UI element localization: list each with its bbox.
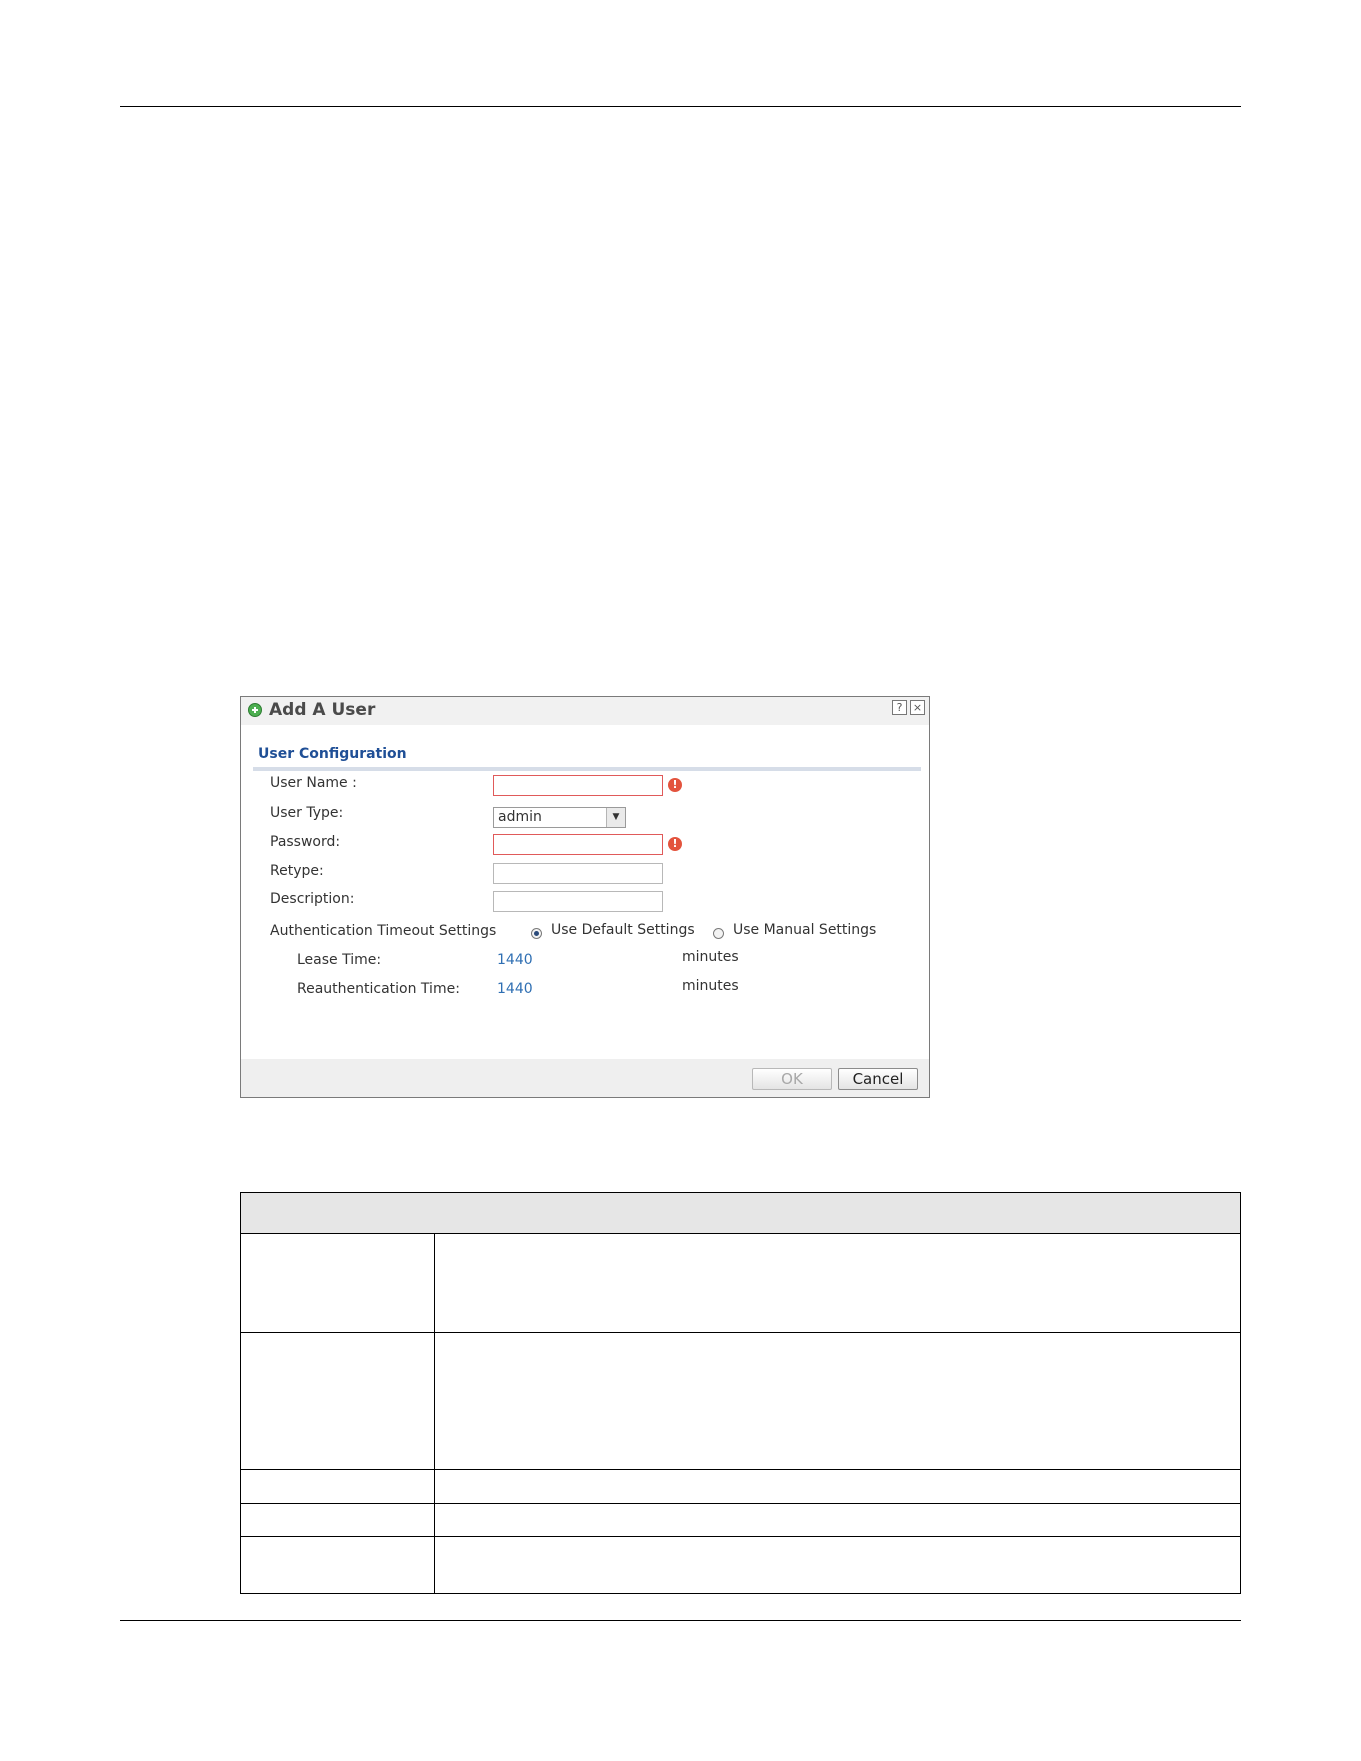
reauth-time-unit: minutes — [682, 978, 739, 994]
retype-label: Retype: — [270, 863, 324, 879]
chevron-down-icon[interactable]: ▼ — [606, 808, 625, 827]
retype-input[interactable] — [493, 863, 663, 884]
user-type-value: admin — [498, 809, 542, 825]
dialog-footer: OK Cancel — [241, 1059, 929, 1097]
use-default-label[interactable]: Use Default Settings — [551, 922, 695, 938]
table-row — [241, 1234, 1240, 1333]
field-description-table — [240, 1192, 1241, 1594]
description-label: Description: — [270, 891, 355, 907]
ok-button[interactable]: OK — [752, 1068, 832, 1090]
description-input[interactable] — [493, 891, 663, 912]
use-default-radio[interactable] — [531, 928, 542, 939]
add-icon — [248, 703, 262, 717]
user-name-input[interactable] — [493, 775, 663, 796]
user-type-label: User Type: — [270, 805, 344, 821]
auth-timeout-label: Authentication Timeout Settings — [270, 923, 497, 939]
dialog-titlebar: Add A User ? × — [241, 697, 929, 725]
add-user-dialog: Add A User ? × User Configuration User N… — [240, 696, 930, 1098]
lease-time-label: Lease Time: — [297, 952, 382, 968]
table-row — [241, 1470, 1240, 1504]
help-icon[interactable]: ? — [892, 700, 907, 715]
cancel-button[interactable]: Cancel — [838, 1068, 918, 1090]
section-title: User Configuration — [258, 746, 407, 762]
table-row — [241, 1333, 1240, 1470]
user-name-error-icon: ! — [668, 778, 682, 792]
user-type-select[interactable]: admin ▼ — [493, 807, 626, 828]
reauth-time-value: 1440 — [497, 981, 533, 997]
lease-time-unit: minutes — [682, 949, 739, 965]
use-manual-radio[interactable] — [713, 928, 724, 939]
user-name-label: User Name : — [270, 775, 357, 791]
password-input[interactable] — [493, 834, 663, 855]
password-error-icon: ! — [668, 837, 682, 851]
reauth-time-label: Reauthentication Time: — [297, 981, 460, 997]
header-rule — [120, 106, 1241, 107]
lease-time-value: 1440 — [497, 952, 533, 968]
section-divider — [253, 767, 921, 771]
password-label: Password: — [270, 834, 341, 850]
table-row — [241, 1504, 1240, 1537]
dialog-title: Add A User — [269, 700, 376, 720]
table-row — [241, 1537, 1240, 1593]
footer-rule — [120, 1620, 1241, 1621]
table-header-row — [241, 1193, 1240, 1234]
close-icon[interactable]: × — [910, 700, 925, 715]
use-manual-label[interactable]: Use Manual Settings — [733, 922, 876, 938]
